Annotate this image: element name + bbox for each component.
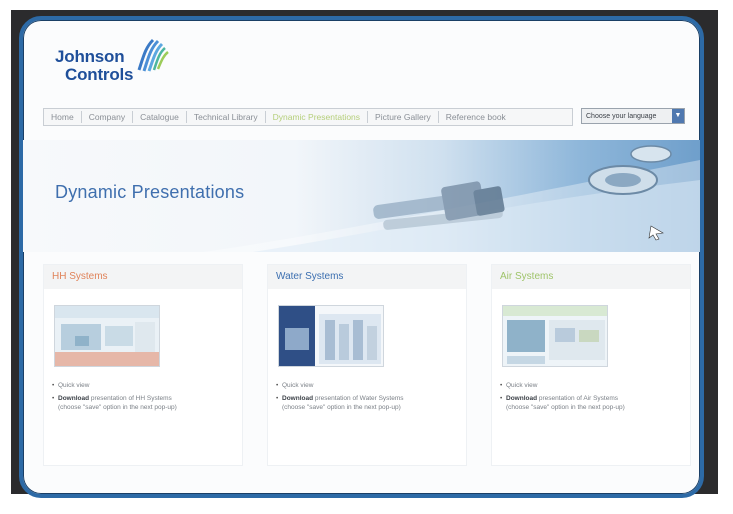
- water-systems-thumbnail[interactable]: [278, 305, 384, 367]
- download-description: presentation of HH Systems: [90, 395, 172, 402]
- download-text: Download presentation of Water Systems (…: [282, 394, 404, 412]
- download-note: (choose "save" option in the next pop-up…: [58, 404, 177, 411]
- card-title: HH Systems: [44, 265, 242, 289]
- page-banner: Dynamic Presentations: [23, 140, 700, 252]
- nav-item-company[interactable]: Company: [82, 111, 134, 123]
- air-systems-thumbnail-image: [503, 306, 607, 366]
- logo-wave-icon: [137, 38, 169, 72]
- nav-item-dynamic-presentations[interactable]: Dynamic Presentations: [266, 111, 369, 123]
- download-text: Download presentation of HH Systems (cho…: [58, 394, 177, 412]
- download-note: (choose "save" option in the next pop-up…: [282, 404, 401, 411]
- nav-item-picture-gallery[interactable]: Picture Gallery: [368, 111, 439, 123]
- quick-view-link[interactable]: Quick view: [506, 381, 537, 390]
- air-systems-thumbnail[interactable]: [502, 305, 608, 367]
- chevron-down-icon[interactable]: ▼: [672, 109, 684, 123]
- download-text: Download presentation of Air Systems (ch…: [506, 394, 625, 412]
- hh-systems-thumbnail-image: [55, 306, 159, 366]
- download-link[interactable]: Download: [282, 395, 313, 402]
- nav-item-reference-book[interactable]: Reference book: [439, 111, 513, 123]
- hh-systems-thumbnail[interactable]: [54, 305, 160, 367]
- card-links: • Quick view • Download presentation of W…: [276, 381, 404, 412]
- main-navigation: Home Company Catalogue Technical Library…: [43, 108, 573, 126]
- download-description: presentation of Water Systems: [314, 395, 404, 402]
- logo-line-2: Controls: [65, 65, 134, 84]
- quick-view-link[interactable]: Quick view: [282, 381, 313, 390]
- nav-item-catalogue[interactable]: Catalogue: [133, 111, 187, 123]
- card-water-systems: Water Systems • Quick view • Download pre…: [267, 264, 467, 466]
- language-select[interactable]: Choose your language ▼: [581, 108, 685, 124]
- logo-line-1: Johnson: [55, 47, 125, 66]
- download-note: (choose "save" option in the next pop-up…: [506, 404, 625, 411]
- card-links: • Quick view • Download presentation of H…: [52, 381, 177, 412]
- card-links: • Quick view • Download presentation of A…: [500, 381, 625, 412]
- card-hh-systems: HH Systems • Quick view • Download presen…: [43, 264, 243, 466]
- card-air-systems: Air Systems • Quick view • Download prese…: [491, 264, 691, 466]
- download-description: presentation of Air Systems: [538, 395, 618, 402]
- download-link[interactable]: Download: [58, 395, 89, 402]
- download-link[interactable]: Download: [506, 395, 537, 402]
- language-select-label: Choose your language: [586, 112, 657, 120]
- browser-screen: Johnson Controls Home Company Catalogue …: [19, 16, 704, 498]
- nav-item-technical-library[interactable]: Technical Library: [187, 111, 266, 123]
- card-title: Air Systems: [492, 265, 690, 289]
- quick-view-link[interactable]: Quick view: [58, 381, 89, 390]
- nav-item-home[interactable]: Home: [44, 111, 82, 123]
- logo-text: Johnson Controls: [55, 48, 133, 84]
- banner-title: Dynamic Presentations: [55, 182, 245, 202]
- card-title: Water Systems: [268, 265, 466, 289]
- johnson-controls-logo[interactable]: Johnson Controls: [51, 36, 201, 96]
- water-systems-thumbnail-image: [279, 306, 383, 366]
